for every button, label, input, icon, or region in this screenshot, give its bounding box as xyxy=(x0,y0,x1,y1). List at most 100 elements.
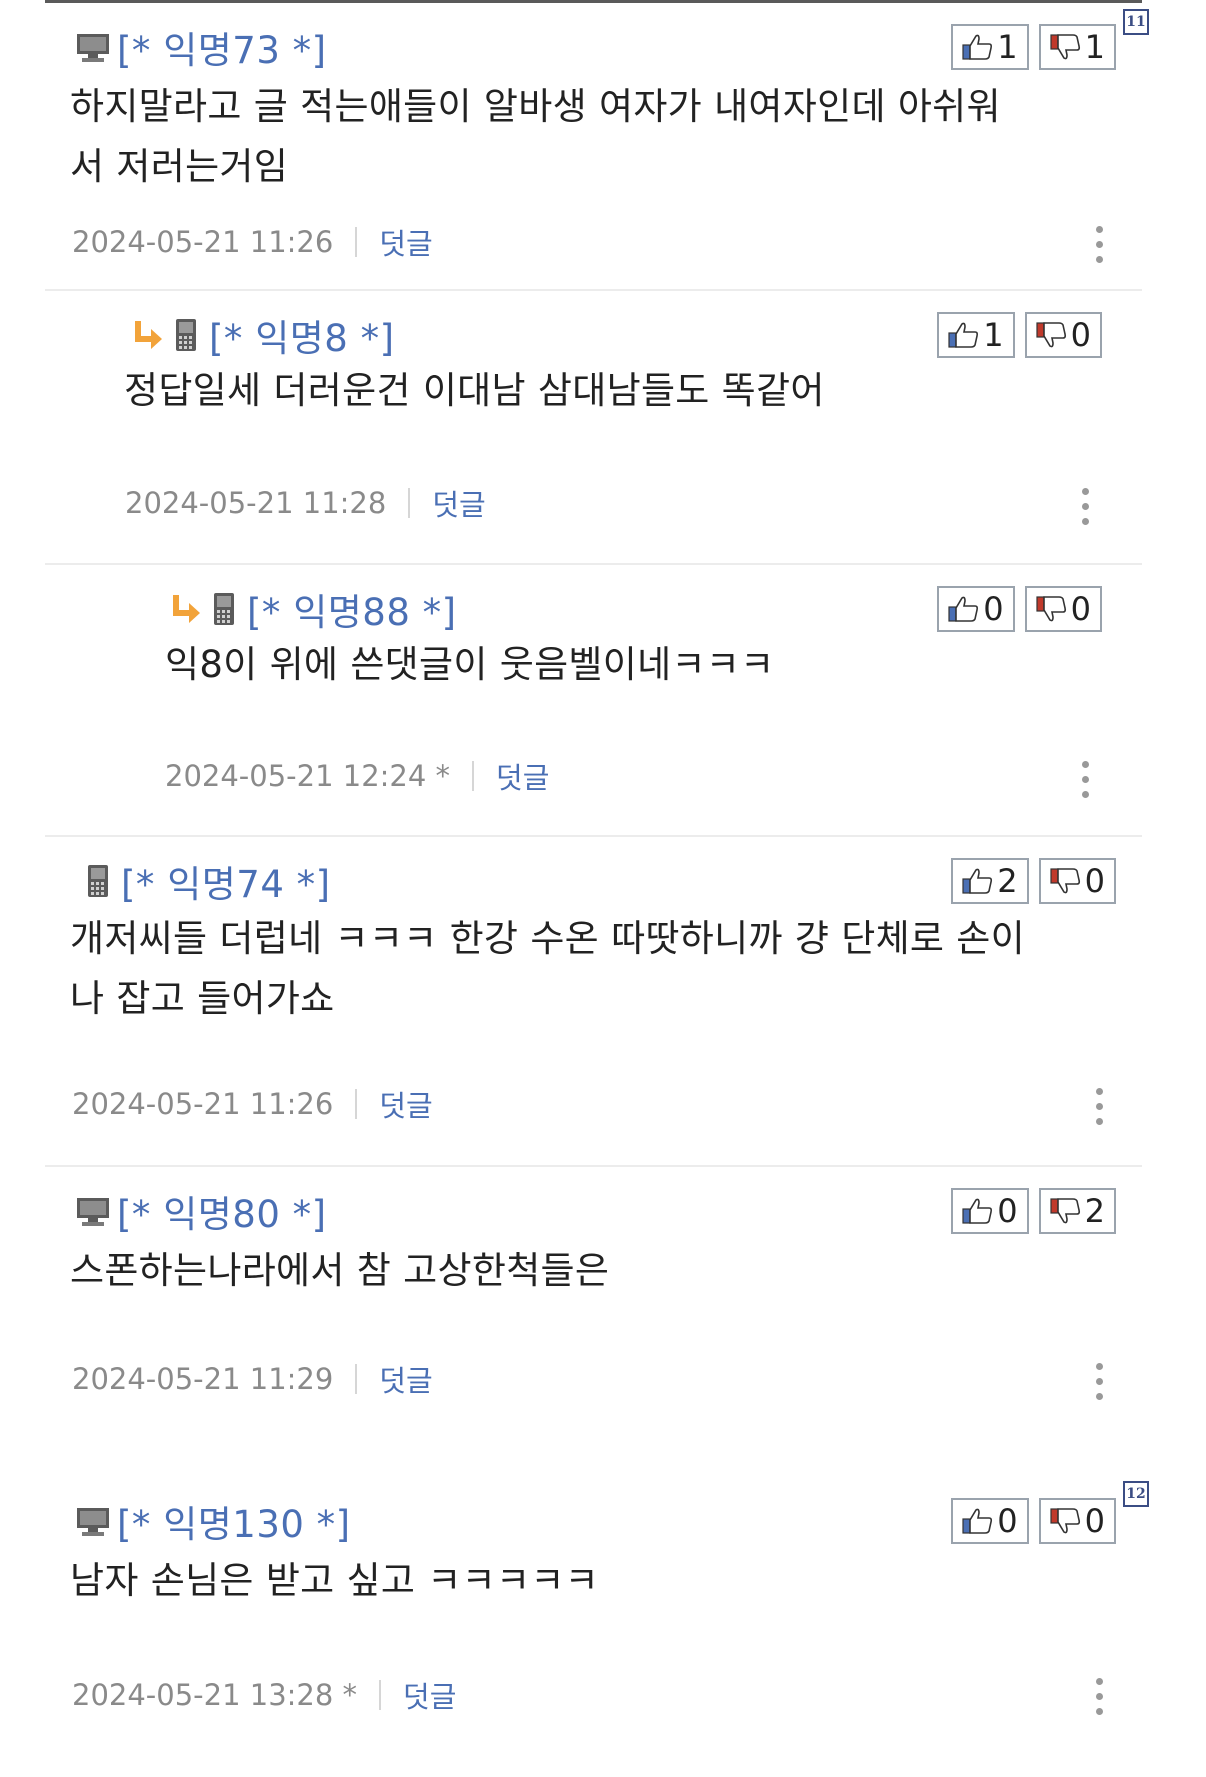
comment-meta: 2024-05-21 12:24 * 덧글 xyxy=(165,755,549,797)
thumbs-up-icon xyxy=(948,322,979,348)
divider xyxy=(472,761,475,791)
thumbs-down-icon xyxy=(1050,34,1080,60)
comment-text-line: 익8이 위에 쓴댓글이 웃음벨이네ㅋㅋㅋ xyxy=(165,643,775,686)
comment-header: [* 익명74 *] xyxy=(79,854,331,908)
upvote-button[interactable]: 0 xyxy=(951,1188,1029,1234)
comment-item: [* 익명74 *] 2 0 개저씨들 더럽네 ㅋㅋㅋ 한강 수온 따땃하니까 … xyxy=(45,837,1142,1167)
reply-arrow-icon xyxy=(167,592,203,626)
upvote-button[interactable]: 1 xyxy=(951,24,1029,70)
monitor-icon xyxy=(75,1194,111,1228)
comment-item: [* 익명73 *] 1 1 11 하지말라고 글 적는애들이 알바생 여자가 … xyxy=(45,3,1149,291)
comment-date: 2024-05-21 13:28 * xyxy=(72,1678,358,1712)
upvote-button[interactable]: 1 xyxy=(937,312,1015,358)
upvote-count: 0 xyxy=(983,590,1004,628)
kebab-menu-icon[interactable] xyxy=(1096,226,1104,263)
downvote-count: 2 xyxy=(1084,1192,1105,1230)
reply-link[interactable]: 덧글 xyxy=(379,1358,432,1400)
phone-icon xyxy=(167,318,203,352)
downvote-button[interactable]: 0 xyxy=(1024,312,1102,358)
divider xyxy=(379,1680,382,1710)
comment-date: 2024-05-21 11:26 xyxy=(72,1087,334,1121)
divider xyxy=(355,1364,358,1394)
upvote-count: 0 xyxy=(997,1502,1018,1540)
downvote-button[interactable]: 0 xyxy=(1024,586,1102,632)
comment-body: 스폰하는나라에서 참 고상한척들은 xyxy=(70,1241,609,1301)
divider xyxy=(355,227,358,257)
reply-link[interactable]: 덧글 xyxy=(432,482,485,524)
downvote-count: 0 xyxy=(1084,862,1105,900)
downvote-button[interactable]: 2 xyxy=(1038,1188,1116,1234)
comment-date: 2024-05-21 12:24 * xyxy=(165,759,451,793)
comment-header: [* 익명73 *] xyxy=(75,20,327,74)
downvote-button[interactable]: 0 xyxy=(1038,858,1116,904)
comment-header: [* 익명8 *] xyxy=(129,308,395,362)
comment-author[interactable]: [* 익명8 *] xyxy=(209,308,395,362)
monitor-icon xyxy=(75,30,111,64)
divider xyxy=(355,1089,358,1119)
comment-text-line: 나 잡고 들어가쇼 xyxy=(70,977,335,1020)
page-number-badge: 12 xyxy=(1123,1481,1149,1507)
reply-link[interactable]: 덧글 xyxy=(379,1083,432,1125)
downvote-count: 1 xyxy=(1084,28,1105,66)
phone-icon xyxy=(205,592,241,626)
comment-text-line: 서 저러는거임 xyxy=(70,145,289,188)
reply-link[interactable]: 덧글 xyxy=(403,1674,456,1716)
vote-group: 1 0 xyxy=(937,312,1102,358)
comment-author[interactable]: [* 익명80 *] xyxy=(117,1184,327,1238)
reply-link[interactable]: 덧글 xyxy=(379,221,432,263)
comment-meta: 2024-05-21 13:28 * 덧글 xyxy=(72,1674,456,1716)
thumbs-up-icon xyxy=(962,1198,993,1224)
downvote-button[interactable]: 1 xyxy=(1038,24,1116,70)
comment-body: 하지말라고 글 적는애들이 알바생 여자가 내여자인데 아쉬워 서 저러는거임 xyxy=(70,77,1001,197)
comment-author[interactable]: [* 익명130 *] xyxy=(117,1494,351,1548)
kebab-menu-icon[interactable] xyxy=(1096,1363,1104,1400)
vote-group: 0 0 xyxy=(951,1498,1116,1544)
downvote-button[interactable]: 0 xyxy=(1038,1498,1116,1544)
kebab-menu-icon[interactable] xyxy=(1082,761,1090,798)
comment-list: [* 익명73 *] 1 1 11 하지말라고 글 적는애들이 알바생 여자가 … xyxy=(45,3,1149,1777)
thumbs-up-icon xyxy=(948,596,979,622)
comment-header: [* 익명88 *] xyxy=(167,582,457,636)
downvote-count: 0 xyxy=(1070,590,1091,628)
vote-group: 0 2 xyxy=(951,1188,1116,1234)
downvote-count: 0 xyxy=(1070,316,1091,354)
comment-body: 익8이 위에 쓴댓글이 웃음벨이네ㅋㅋㅋ xyxy=(165,635,774,695)
vote-group: 1 1 xyxy=(951,24,1116,70)
comment-meta: 2024-05-21 11:28 덧글 xyxy=(125,482,486,524)
kebab-menu-icon[interactable] xyxy=(1096,1678,1104,1715)
comment-text-line: 개저씨들 더럽네 ㅋㅋㅋ 한강 수온 따땃하니까 걍 단체로 손이 xyxy=(70,917,1025,960)
upvote-button[interactable]: 2 xyxy=(951,858,1029,904)
comment-meta: 2024-05-21 11:26 덧글 xyxy=(72,221,433,263)
thumbs-down-icon xyxy=(1050,1508,1080,1534)
upvote-button[interactable]: 0 xyxy=(951,1498,1029,1544)
comment-body: 정답일세 더러운건 이대남 삼대남들도 똑같어 xyxy=(124,361,825,421)
upvote-count: 1 xyxy=(997,28,1018,66)
thumbs-down-icon xyxy=(1036,596,1066,622)
upvote-count: 0 xyxy=(997,1192,1018,1230)
comment-author[interactable]: [* 익명73 *] xyxy=(117,20,327,74)
downvote-count: 0 xyxy=(1084,1502,1105,1540)
comment-header: [* 익명130 *] xyxy=(75,1494,351,1548)
thumbs-down-icon xyxy=(1050,868,1080,894)
comment-author[interactable]: [* 익명74 *] xyxy=(121,854,331,908)
monitor-icon xyxy=(75,1504,111,1538)
comment-body: 개저씨들 더럽네 ㅋㅋㅋ 한강 수온 따땃하니까 걍 단체로 손이 나 잡고 들… xyxy=(70,909,1025,1029)
vote-group: 0 0 xyxy=(937,586,1102,632)
comment-date: 2024-05-21 11:29 xyxy=(72,1362,334,1396)
kebab-menu-icon[interactable] xyxy=(1082,488,1090,525)
comment-date: 2024-05-21 11:26 xyxy=(72,225,334,259)
reply-link[interactable]: 덧글 xyxy=(496,755,549,797)
thumbs-up-icon xyxy=(962,1508,993,1534)
comment-text-line: 하지말라고 글 적는애들이 알바생 여자가 내여자인데 아쉬워 xyxy=(70,85,1001,128)
reply-arrow-icon xyxy=(129,318,165,352)
comment-text-line: 남자 손님은 받고 싶고 ㅋㅋㅋㅋㅋ xyxy=(70,1559,600,1602)
comment-item: [* 익명8 *] 1 0 정답일세 더러운건 이대남 삼대남들도 똑같어 20… xyxy=(45,291,1142,565)
comment-item: [* 익명130 *] 0 0 12 남자 손님은 받고 싶고 ㅋㅋㅋㅋㅋ 20… xyxy=(45,1477,1149,1777)
page-number-badge: 11 xyxy=(1123,9,1149,35)
comment-header: [* 익명80 *] xyxy=(75,1184,327,1238)
kebab-menu-icon[interactable] xyxy=(1096,1088,1104,1125)
comment-author[interactable]: [* 익명88 *] xyxy=(247,582,457,636)
comment-item: [* 익명88 *] 0 0 익8이 위에 쓴댓글이 웃음벨이네ㅋㅋㅋ 2024… xyxy=(45,565,1142,837)
upvote-button[interactable]: 0 xyxy=(937,586,1015,632)
divider xyxy=(408,488,411,518)
